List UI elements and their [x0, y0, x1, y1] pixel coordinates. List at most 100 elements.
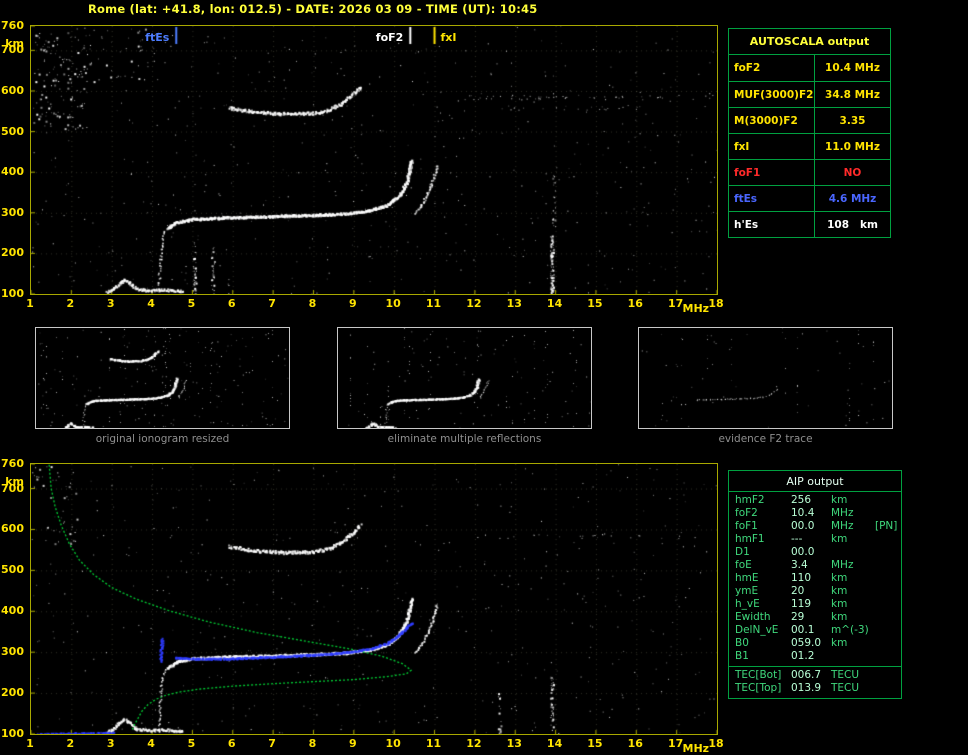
x-tick-label: 11 [425, 297, 442, 310]
aip-row-label: TEC[Top] [735, 682, 782, 694]
x-tick-label: 7 [268, 737, 276, 750]
autoscala-row-value: NO [843, 167, 862, 179]
aip-row: hmF2 256 km [729, 494, 901, 507]
aip-row: B1 01.2 [729, 650, 901, 663]
autoscala-row-label: fxI [729, 134, 815, 159]
autoscala-row-label: foF2 [729, 55, 815, 81]
aip-row: foE 3.4 MHz [729, 559, 901, 572]
x-axis-unit-label: MHz [682, 302, 710, 315]
x-tick-label: 10 [385, 297, 401, 310]
ionogram-top-panel [30, 25, 718, 295]
aip-row-label: Ewidth [735, 611, 771, 623]
autoscala-row: ftEs 4.6 MHz [729, 185, 890, 211]
aip-row-label: hmF1 [735, 533, 765, 545]
aip-row-unit: m^(-3) [831, 624, 869, 636]
aip-row-unit [831, 546, 875, 559]
aip-row-value: 29 [791, 611, 805, 623]
aip-output-table: AIP output hmF2 256 km foF2 10.4 MHz foF1 00.0 M… [728, 470, 902, 699]
aip-row: hmE 110 km [729, 572, 901, 585]
aip-row-unit: km [831, 585, 848, 597]
aip-table-rows: hmF2 256 km foF2 10.4 MHz foF1 00.0 MHz [PN] hmF1 -… [729, 492, 901, 663]
aip-row-value: 059.0 [791, 637, 822, 649]
y-tick-label: 200 [1, 686, 24, 700]
aip-row-value: 00.0 [791, 546, 815, 558]
aip-row: D1 00.0 [729, 546, 901, 559]
y-tick-label: 300 [1, 645, 24, 659]
y-tick-label: 760 [1, 19, 24, 32]
aip-row: B0 059.0 km [729, 637, 901, 650]
autoscala-row-value: 10.4 MHz [825, 62, 880, 74]
aip-row-unit: km [831, 494, 848, 506]
aip-row-value: 110 [791, 572, 812, 584]
station-header: Rome (lat: +41.8, lon: 012.5) - DATE: 20… [88, 2, 538, 16]
aip-row-label: D1 [735, 546, 750, 558]
y-tick-label: 600 [1, 522, 24, 536]
autoscala-row-value: 3.35 [839, 115, 866, 127]
x-tick-label: 15 [587, 737, 603, 750]
aip-row: Ewidth 29 km [729, 611, 901, 624]
thumbnail-canvas-2 [338, 328, 591, 428]
aip-table-separator [729, 666, 901, 667]
x-tick-label: 3 [106, 297, 115, 310]
thumbnail-caption: original ionogram resized [95, 433, 230, 445]
aip-row: h_vE 119 km [729, 598, 901, 611]
aip-row-value: 006.7 [791, 669, 822, 681]
x-tick-label: 16 [627, 737, 643, 750]
aip-table-title: AIP output [729, 471, 901, 492]
autoscala-row-label: foF1 [729, 160, 815, 185]
y-tick-label: 500 [1, 124, 24, 138]
ionogram-bottom-canvas [31, 464, 717, 734]
aip-row-value: 00.1 [791, 624, 815, 636]
x-tick-label: 15 [587, 297, 603, 310]
x-tick-label: 1 [26, 297, 34, 310]
x-tick-label: 14 [546, 297, 563, 310]
marker-label-fxI: fxI [440, 31, 457, 44]
thumbnail-caption: eliminate multiple reflections [387, 433, 542, 445]
x-tick-label: 8 [308, 297, 317, 310]
ionogram-bottom-panel [30, 463, 718, 735]
aip-row-label: DelN_vE [735, 624, 779, 636]
y-tick-label: 500 [1, 563, 24, 577]
aip-row-unit [831, 650, 875, 663]
x-tick-label: 13 [506, 297, 522, 310]
aip-row-unit: MHz [831, 559, 854, 571]
x-tick-label: 8 [308, 737, 317, 750]
aip-row-value: 10.4 [791, 507, 815, 519]
aip-row-value: 256 [791, 494, 812, 506]
aip-row: TEC[Bot] 006.7 TECU [729, 669, 901, 682]
autoscala-row: h'Es 108 km [729, 211, 890, 237]
y-tick-label: 760 [1, 457, 24, 470]
aip-row: DelN_vE 00.1 m^(-3) [729, 624, 901, 637]
aip-row-unit: km [831, 611, 848, 623]
thumbnail-canvas-1 [36, 328, 289, 428]
x-tick-label: 6 [227, 297, 236, 310]
y-axis-unit-label: km [5, 475, 24, 488]
aip-row-label: hmE [735, 572, 759, 584]
autoscala-row-label: ftEs [729, 186, 815, 211]
aip-row-unit: km [831, 637, 848, 649]
ionogram-top-canvas [31, 26, 717, 294]
aip-row-value: --- [791, 533, 803, 545]
autoscala-table-title: AUTOSCALA output [729, 29, 890, 55]
x-tick-label: 9 [348, 737, 357, 750]
y-tick-label: 600 [1, 83, 24, 97]
autoscala-screen: Rome (lat: +41.8, lon: 012.5) - DATE: 20… [0, 0, 968, 755]
autoscala-row-value: 11.0 MHz [825, 141, 880, 153]
aip-row-value: 119 [791, 598, 812, 610]
aip-row-label: foF2 [735, 507, 758, 519]
autoscala-row-label: h'Es [729, 212, 815, 237]
thumbnail-panel-2 [337, 327, 592, 429]
aip-row-value: 00.0 [791, 520, 815, 532]
x-tick-label: 11 [425, 737, 442, 750]
x-tick-label: 7 [268, 297, 276, 310]
y-axis-unit-label: km [5, 37, 24, 50]
thumbnail-panel-1 [35, 327, 290, 429]
aip-row-value: 3.4 [791, 559, 808, 571]
aip-row-label: ymE [735, 585, 759, 597]
x-tick-label: 10 [385, 737, 401, 750]
autoscala-row: foF1 NO [729, 159, 890, 185]
y-tick-label: 300 [1, 205, 24, 219]
x-tick-label: 13 [506, 737, 522, 750]
y-tick-label: 400 [1, 165, 24, 179]
x-tick-label: 1 [26, 737, 34, 750]
